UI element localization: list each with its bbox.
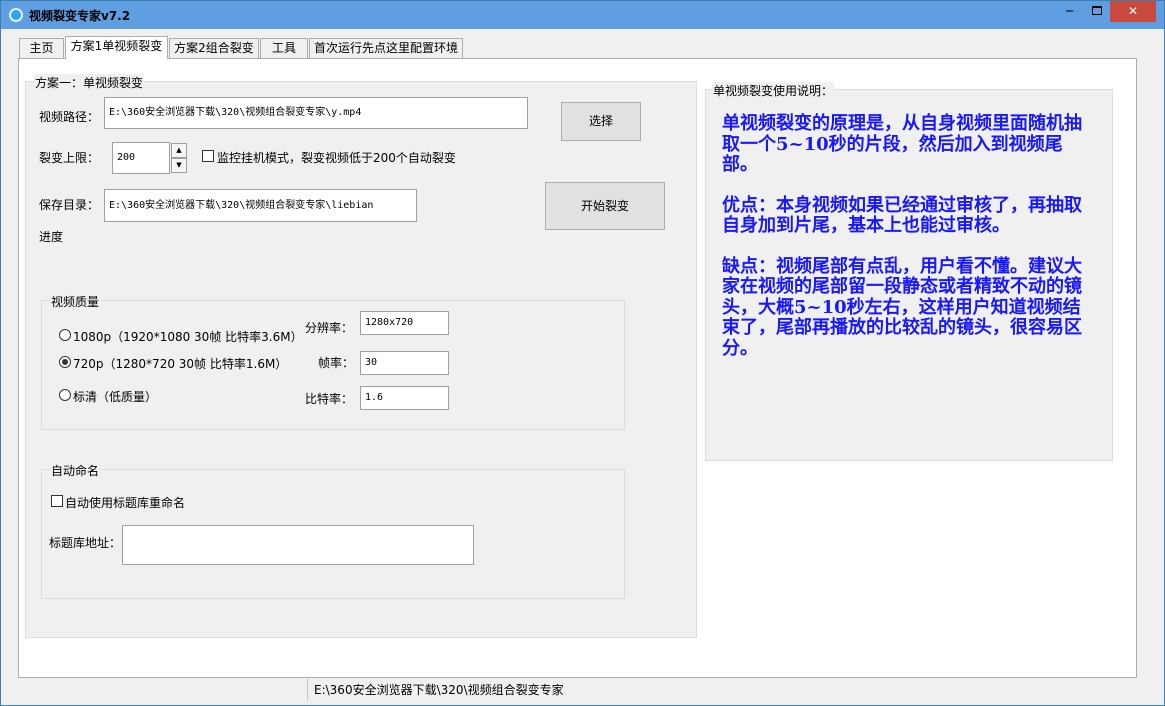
quality-group: 视频质量 1080p（1920*1080 30帧 比特率3.6M） 720p（1… bbox=[41, 293, 625, 430]
limit-input[interactable]: 200 bbox=[112, 142, 170, 174]
start-button[interactable]: 开始裂变 bbox=[545, 182, 665, 230]
tab-tools[interactable]: 工具 bbox=[260, 38, 308, 59]
minimize-button[interactable]: ─ bbox=[1056, 1, 1083, 22]
fps-input[interactable]: 30 bbox=[360, 351, 449, 375]
close-button[interactable]: ✕ bbox=[1110, 1, 1156, 22]
help-cons: 缺点：视频尾部有点乱，用户看不懂。建议大家在视频的尾部留一段静态或者精致不动的镜… bbox=[722, 255, 1082, 359]
quality-sd-radio[interactable] bbox=[59, 389, 71, 401]
app-logo-icon bbox=[9, 8, 23, 22]
help-group: 单视频裂变使用说明： 单视频裂变的原理是，从自身视频里面随机抽取一个5~10秒的… bbox=[705, 82, 1113, 461]
maximize-icon bbox=[1091, 6, 1102, 15]
group-title: 自动命名 bbox=[50, 462, 101, 479]
resolution-label: 分辨率： bbox=[305, 321, 354, 335]
bitrate-input[interactable]: 1.6 bbox=[360, 386, 449, 410]
group-title: 单视频裂变使用说明： bbox=[712, 82, 835, 99]
select-button[interactable]: 选择 bbox=[561, 102, 641, 141]
spin-down-button[interactable]: ▼ bbox=[171, 158, 187, 173]
quality-1080p-label: 1080p（1920*1080 30帧 比特率3.6M） bbox=[73, 330, 303, 344]
monitor-label: 监控挂机模式，裂变视频低于200个自动裂变 bbox=[217, 151, 456, 165]
save-dir-input[interactable]: E:\360安全浏览器下载\320\视频组合裂变专家\liebian bbox=[104, 189, 417, 222]
tab-setup[interactable]: 首次运行先点这里配置环境 bbox=[309, 38, 463, 59]
tab-scheme1[interactable]: 方案1单视频裂变 bbox=[65, 36, 168, 59]
video-path-label: 视频路径： bbox=[39, 110, 100, 124]
monitor-checkbox[interactable] bbox=[202, 150, 214, 162]
limit-label: 裂变上限： bbox=[39, 151, 100, 165]
tab-scheme2[interactable]: 方案2组合裂变 bbox=[169, 38, 259, 59]
scheme1-group: 方案一：单视频裂变 视频路径： E:\360安全浏览器下载\320\视频组合裂变… bbox=[25, 74, 697, 638]
resolution-input[interactable]: 1280x720 bbox=[360, 311, 449, 335]
save-dir-label: 保存目录： bbox=[39, 198, 100, 212]
status-path: E:\360安全浏览器下载\320\视频组合裂变专家 bbox=[307, 679, 564, 701]
tab-home[interactable]: 主页 bbox=[19, 38, 64, 59]
help-pros: 优点：本身视频如果已经通过审核了，再抽取自身加到片尾，基本上也能过审核。 bbox=[722, 194, 1082, 236]
auto-name-group: 自动命名 自动使用标题库重命名 标题库地址： bbox=[41, 462, 625, 599]
title-bar[interactable]: 视频裂变专家v7.2 ─ ✕ bbox=[1, 1, 1164, 29]
group-title: 方案一：单视频裂变 bbox=[34, 74, 145, 91]
bitrate-label: 比特率： bbox=[305, 392, 354, 406]
video-path-input[interactable]: E:\360安全浏览器下载\320\视频组合裂变专家\y.mp4 bbox=[104, 97, 528, 129]
help-principle: 单视频裂变的原理是，从自身视频里面随机抽取一个5~10秒的片段，然后加入到视频尾… bbox=[722, 113, 1082, 175]
window-title: 视频裂变专家v7.2 bbox=[29, 9, 131, 23]
group-title: 视频质量 bbox=[50, 293, 101, 310]
spin-up-button[interactable]: ▲ bbox=[171, 143, 187, 158]
quality-720p-radio[interactable] bbox=[59, 356, 71, 368]
main-window: 视频裂变专家v7.2 ─ ✕ 主页 方案1单视频裂变 方案2组合裂变 工具 首次… bbox=[0, 0, 1165, 706]
quality-1080p-radio[interactable] bbox=[59, 329, 71, 341]
auto-name-label: 自动使用标题库重命名 bbox=[65, 496, 186, 510]
auto-name-checkbox[interactable] bbox=[51, 495, 63, 507]
tab-panel-scheme1: 方案一：单视频裂变 视频路径： E:\360安全浏览器下载\320\视频组合裂变… bbox=[18, 58, 1137, 678]
progress-label: 进度 bbox=[39, 230, 64, 244]
quality-sd-label: 标清（低质量） bbox=[73, 390, 158, 404]
fps-label: 帧率： bbox=[318, 356, 355, 370]
library-label: 标题库地址： bbox=[49, 536, 122, 550]
help-text: 单视频裂变的原理是，从自身视频里面随机抽取一个5~10秒的片段，然后加入到视频尾… bbox=[722, 113, 1084, 379]
status-bar: E:\360安全浏览器下载\320\视频组合裂变专家 bbox=[1, 679, 1164, 705]
library-input[interactable] bbox=[122, 525, 474, 565]
maximize-button[interactable] bbox=[1083, 1, 1110, 22]
quality-720p-label: 720p（1280*720 30帧 比特率1.6M） bbox=[73, 357, 288, 371]
